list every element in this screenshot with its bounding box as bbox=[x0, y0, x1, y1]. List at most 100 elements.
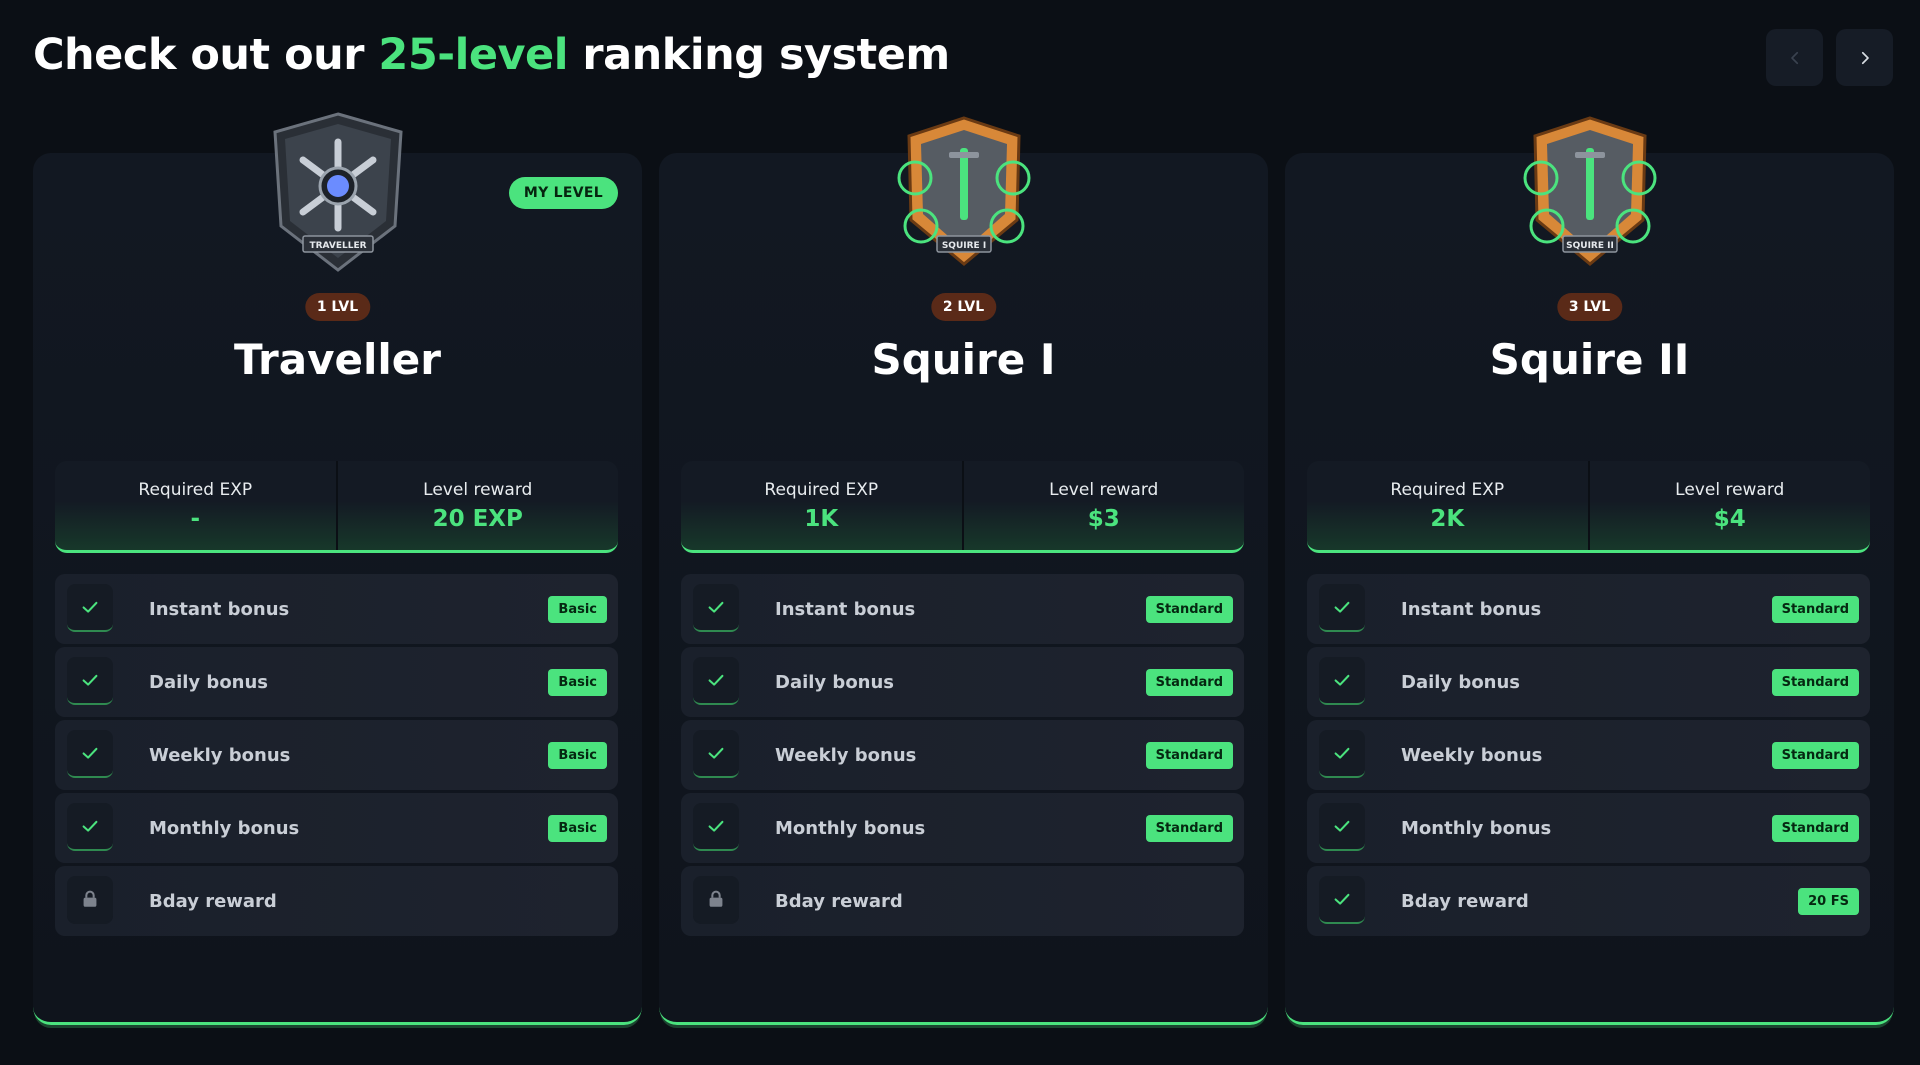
required-exp-label: Required EXP bbox=[1390, 479, 1505, 500]
level-reward: Level reward 20 EXP bbox=[335, 461, 619, 550]
check-icon bbox=[67, 657, 113, 705]
title-prefix: Check out our bbox=[33, 30, 379, 80]
title-accent: 25-level bbox=[378, 30, 568, 80]
check-icon bbox=[693, 803, 739, 851]
check-icon bbox=[1319, 657, 1365, 705]
feature-list: Instant bonus Basic Daily bonus Basic Weekly… bbox=[55, 574, 618, 939]
check-icon bbox=[1319, 803, 1365, 851]
feature-tag: Standard bbox=[1145, 595, 1233, 623]
squire-badge-icon: SQUIRE II bbox=[1515, 108, 1665, 278]
feature-tag: Basic bbox=[548, 741, 607, 769]
prev-button[interactable] bbox=[1766, 29, 1823, 86]
required-exp-label: Required EXP bbox=[764, 479, 879, 500]
rank-card: SQUIRE I 2 LVL Squire I Required EXP 1K Level… bbox=[659, 116, 1268, 1025]
feature-tag: Basic bbox=[548, 668, 607, 696]
level-reward-label: Level reward bbox=[1049, 479, 1159, 500]
feature-row: Weekly bonus Basic bbox=[55, 720, 618, 790]
level-reward-value: 20 EXP bbox=[432, 505, 523, 532]
traveller-badge-icon: TRAVELLER bbox=[263, 108, 413, 278]
feature-row: Daily bonus Standard bbox=[1307, 647, 1870, 717]
next-button[interactable] bbox=[1836, 29, 1893, 86]
required-exp: Required EXP 1K bbox=[681, 461, 962, 550]
feature-row: Daily bonus Basic bbox=[55, 647, 618, 717]
level-reward: Level reward $3 bbox=[961, 461, 1245, 550]
squire-badge-icon: SQUIRE I bbox=[889, 108, 1039, 278]
feature-label: Daily bonus bbox=[149, 671, 269, 693]
level-reward-label: Level reward bbox=[423, 479, 533, 500]
required-exp-label: Required EXP bbox=[138, 479, 253, 500]
check-icon bbox=[67, 584, 113, 632]
rank-cards: TRAVELLER MY LEVEL 1 LVL Traveller Required … bbox=[33, 108, 1895, 1028]
feature-label: Bday reward bbox=[1401, 890, 1529, 912]
check-icon bbox=[693, 584, 739, 632]
feature-label: Monthly bonus bbox=[775, 817, 926, 839]
feature-list: Instant bonus Standard Daily bonus Standard… bbox=[1307, 574, 1870, 939]
feature-label: Weekly bonus bbox=[1401, 744, 1543, 766]
rank-name: Squire I bbox=[871, 335, 1056, 384]
feature-row: Monthly bonus Standard bbox=[1307, 793, 1870, 863]
rank-name: Traveller bbox=[234, 335, 441, 384]
level-reward: Level reward $4 bbox=[1587, 461, 1871, 550]
feature-tag: Basic bbox=[548, 595, 607, 623]
feature-tag: Standard bbox=[1771, 668, 1859, 696]
feature-tag: Standard bbox=[1771, 595, 1859, 623]
feature-label: Instant bonus bbox=[775, 598, 916, 620]
feature-label: Daily bonus bbox=[775, 671, 895, 693]
feature-row: Bday reward bbox=[681, 866, 1244, 936]
chevron-right-icon bbox=[1861, 51, 1869, 64]
rank-name: Squire II bbox=[1489, 335, 1690, 384]
feature-row: Instant bonus Standard bbox=[681, 574, 1244, 644]
rank-card: SQUIRE II 3 LVL Squire II Required EXP 2K Lev… bbox=[1285, 116, 1894, 1025]
lock-icon bbox=[67, 876, 113, 924]
check-icon bbox=[1319, 584, 1365, 632]
feature-list: Instant bonus Standard Daily bonus Standard… bbox=[681, 574, 1244, 939]
check-icon bbox=[693, 730, 739, 778]
check-icon bbox=[693, 657, 739, 705]
required-exp-value: - bbox=[190, 505, 201, 532]
level-pill: 1 LVL bbox=[304, 293, 371, 321]
feature-tag: Standard bbox=[1145, 814, 1233, 842]
rank-card: TRAVELLER MY LEVEL 1 LVL Traveller Required … bbox=[33, 112, 642, 1025]
feature-label: Monthly bonus bbox=[149, 817, 300, 839]
feature-tag: Standard bbox=[1771, 814, 1859, 842]
feature-label: Instant bonus bbox=[149, 598, 290, 620]
lock-icon bbox=[693, 876, 739, 924]
feature-row: Instant bonus Basic bbox=[55, 574, 618, 644]
badge-label: SQUIRE I bbox=[941, 241, 985, 251]
level-reward-label: Level reward bbox=[1675, 479, 1785, 500]
feature-row: Weekly bonus Standard bbox=[681, 720, 1244, 790]
level-pill: 3 LVL bbox=[1556, 293, 1623, 321]
feature-row: Instant bonus Standard bbox=[1307, 574, 1870, 644]
feature-row: Monthly bonus Standard bbox=[681, 793, 1244, 863]
feature-tag: 20 FS bbox=[1798, 887, 1859, 915]
feature-row: Bday reward 20 FS bbox=[1307, 866, 1870, 936]
badge-label: SQUIRE II bbox=[1566, 241, 1614, 251]
feature-label: Monthly bonus bbox=[1401, 817, 1552, 839]
page-title: Check out our 25-level ranking system bbox=[33, 30, 950, 80]
feature-row: Monthly bonus Basic bbox=[55, 793, 618, 863]
feature-row: Daily bonus Standard bbox=[681, 647, 1244, 717]
check-icon bbox=[1319, 730, 1365, 778]
level-reward-value: $4 bbox=[1713, 505, 1746, 532]
feature-label: Weekly bonus bbox=[775, 744, 917, 766]
feature-tag: Standard bbox=[1145, 741, 1233, 769]
level-pill: 2 LVL bbox=[930, 293, 997, 321]
stats-panel: Required EXP 2K Level reward $4 bbox=[1307, 461, 1870, 553]
rank-page: Check out our 25-level ranking system TR… bbox=[0, 0, 1920, 1065]
check-icon bbox=[67, 803, 113, 851]
feature-tag: Standard bbox=[1771, 741, 1859, 769]
required-exp: Required EXP - bbox=[55, 461, 336, 550]
required-exp: Required EXP 2K bbox=[1307, 461, 1588, 550]
feature-label: Weekly bonus bbox=[149, 744, 291, 766]
feature-label: Daily bonus bbox=[1401, 671, 1521, 693]
feature-tag: Basic bbox=[548, 814, 607, 842]
title-suffix: ranking system bbox=[567, 30, 950, 80]
chevron-left-icon bbox=[1790, 51, 1798, 64]
feature-tag: Standard bbox=[1145, 668, 1233, 696]
stats-panel: Required EXP - Level reward 20 EXP bbox=[55, 461, 618, 553]
level-reward-value: $3 bbox=[1087, 505, 1120, 532]
check-icon bbox=[67, 730, 113, 778]
feature-row: Bday reward bbox=[55, 866, 618, 936]
required-exp-value: 1K bbox=[804, 505, 839, 532]
feature-row: Weekly bonus Standard bbox=[1307, 720, 1870, 790]
